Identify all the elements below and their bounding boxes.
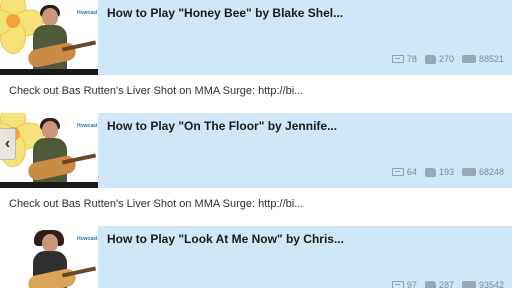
thumbs-up-icon — [424, 280, 436, 288]
video-card-header: Howcast How to Play "On The Floor" by Je… — [0, 113, 512, 188]
chevron-left-icon: ‹ — [4, 135, 11, 152]
video-title[interactable]: How to Play "Look At Me Now" by Chris... — [107, 232, 344, 246]
video-stats: 78 270 88521 — [384, 53, 504, 65]
video-card-header: Howcast How to Play "Look At Me Now" by … — [0, 226, 512, 288]
video-title[interactable]: How to Play "On The Floor" by Jennife... — [107, 119, 337, 133]
comment-icon — [391, 55, 404, 63]
views-icon — [461, 55, 476, 63]
video-card[interactable]: Howcast How to Play "On The Floor" by Je… — [0, 113, 512, 226]
video-stats: 64 193 68248 — [384, 166, 504, 178]
views-icon — [461, 281, 476, 288]
comment-icon — [391, 281, 404, 288]
video-description: Check out Bas Rutten's Liver Shot on MMA… — [9, 198, 304, 210]
video-description-row: Check out Bas Rutten's Liver Shot on MMA… — [0, 75, 512, 113]
comment-count: 97 — [406, 280, 417, 288]
like-count: 193 — [438, 167, 454, 177]
video-card[interactable]: Howcast How to Play "Look At Me Now" by … — [0, 226, 512, 288]
view-count: 68248 — [478, 167, 504, 177]
thumbs-up-icon — [424, 54, 436, 64]
comment-count: 78 — [406, 54, 417, 64]
thumbs-up-icon — [424, 167, 436, 177]
brand-logo: Howcast — [77, 10, 98, 16]
view-count: 93542 — [478, 280, 504, 288]
video-thumbnail[interactable]: Howcast — [0, 0, 98, 75]
video-title[interactable]: How to Play "Honey Bee" by Blake Shel... — [107, 6, 343, 20]
video-card-header: Howcast How to Play "Honey Bee" by Blake… — [0, 0, 512, 75]
video-stats: 97 287 93542 — [384, 279, 504, 288]
view-count: 88521 — [478, 54, 504, 64]
brand-logo: Howcast — [77, 123, 98, 129]
brand-logo: Howcast — [77, 236, 98, 242]
comment-count: 64 — [406, 167, 417, 177]
views-icon — [461, 168, 476, 176]
video-description: Check out Bas Rutten's Liver Shot on MMA… — [9, 85, 304, 97]
side-drawer-toggle[interactable]: ‹ — [0, 128, 16, 160]
video-description-row: Check out Bas Rutten's Liver Shot on MMA… — [0, 188, 512, 226]
like-count: 270 — [438, 54, 454, 64]
like-count: 287 — [438, 280, 454, 288]
video-thumbnail[interactable]: Howcast — [0, 226, 98, 288]
comment-icon — [391, 168, 404, 176]
video-card[interactable]: Howcast How to Play "Honey Bee" by Blake… — [0, 0, 512, 113]
